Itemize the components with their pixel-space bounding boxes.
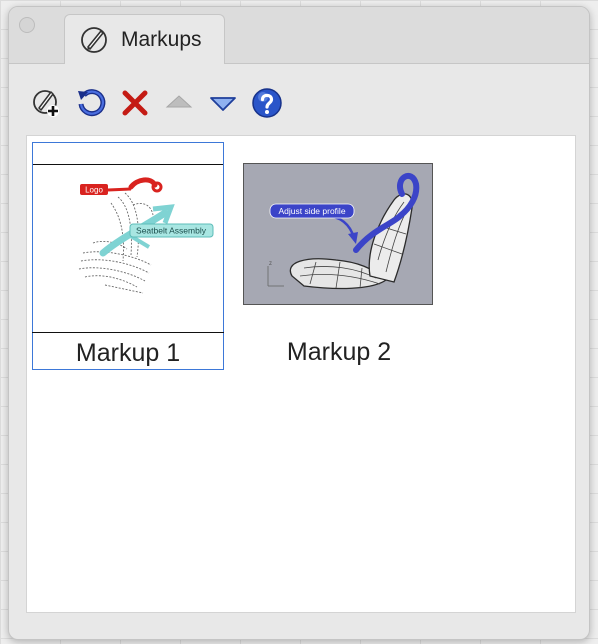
triangle-up-icon[interactable]: [163, 87, 195, 119]
markup-caption-1: Markup 1: [75, 339, 181, 367]
annotation-adjust: Adjust side profile: [278, 206, 345, 216]
markup-pen-icon: [81, 27, 107, 53]
seat-render-image: Adjust side profile z: [267, 172, 420, 290]
add-markup-icon[interactable]: [31, 87, 63, 119]
markup-list: Logo Seatbelt Assembly Markup 1 Adjust s…: [26, 135, 576, 613]
close-button[interactable]: [19, 17, 35, 33]
seat-sketch-image: Logo Seatbelt Assembly: [78, 177, 214, 294]
tab-markups[interactable]: Markups: [64, 14, 225, 64]
markup-thumbnail-2: Adjust side profile z: [243, 163, 433, 305]
markup-tile-1[interactable]: Logo Seatbelt Assembly Markup 1: [32, 142, 224, 370]
delete-x-icon[interactable]: [119, 87, 151, 119]
tab-label: Markups: [121, 28, 202, 51]
annotation-logo: Logo: [85, 186, 103, 195]
markup-thumbnail-1: Logo Seatbelt Assembly: [33, 164, 223, 306]
svg-text:z: z: [269, 261, 272, 267]
refresh-icon[interactable]: [75, 87, 107, 119]
annotation-seatbelt: Seatbelt Assembly: [136, 226, 207, 236]
help-icon[interactable]: [251, 87, 283, 119]
panel-titlebar: Markups: [9, 7, 589, 64]
markups-panel: Markups Logo Seatbelt Assembly Markup 1 …: [8, 6, 590, 640]
markup-tile-2[interactable]: Adjust side profile z Markup 2: [243, 142, 435, 370]
markup-caption-2: Markup 2: [286, 338, 392, 366]
triangle-down-icon[interactable]: [207, 87, 239, 119]
